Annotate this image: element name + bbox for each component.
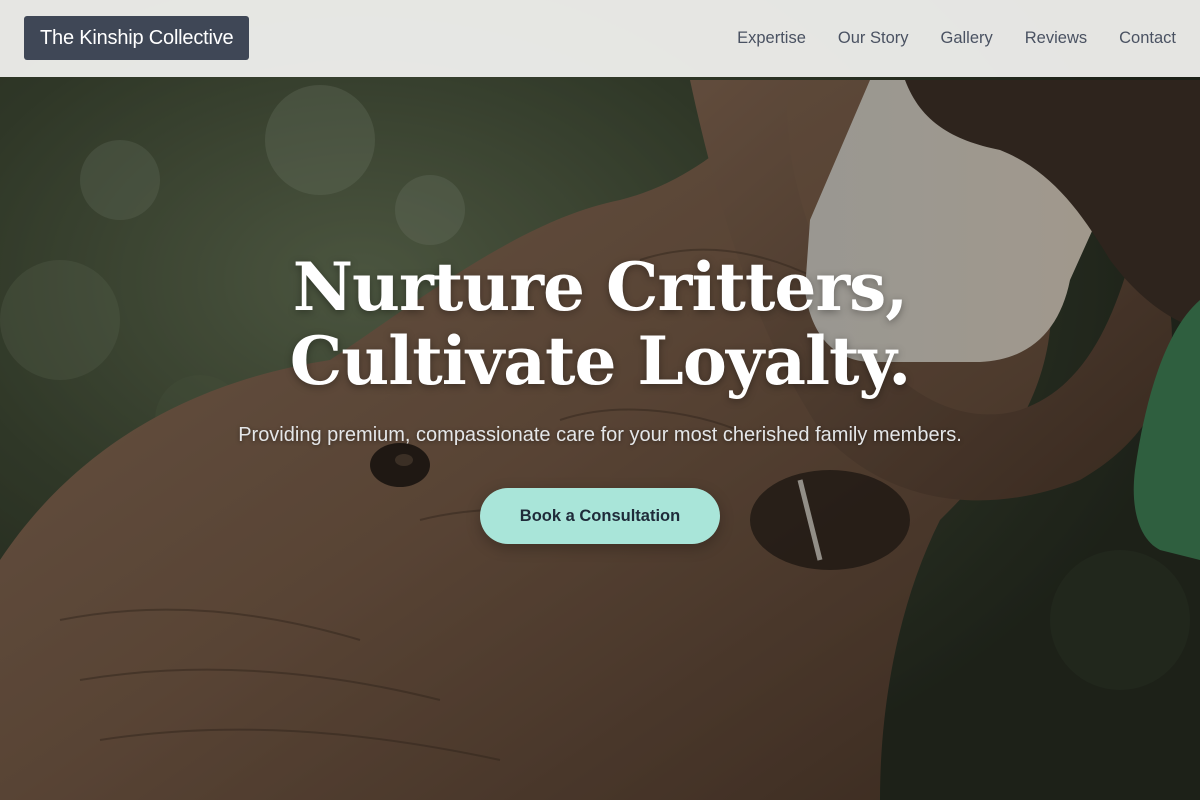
hero-title: Nurture Critters, Cultivate Loyalty.: [0, 250, 1200, 398]
hero-title-line-2: Cultivate Loyalty.: [289, 322, 912, 400]
nav-link-expertise[interactable]: Expertise: [737, 29, 806, 48]
nav-link-our-story[interactable]: Our Story: [838, 29, 909, 48]
landing-page: The Kinship Collective Expertise Our Sto…: [0, 0, 1200, 800]
brand-logo[interactable]: The Kinship Collective: [24, 16, 250, 60]
nav-link-reviews[interactable]: Reviews: [1025, 29, 1087, 48]
nav-link-gallery[interactable]: Gallery: [941, 29, 993, 48]
nav-link-contact[interactable]: Contact: [1119, 29, 1176, 48]
hero-title-line-1: Nurture Critters,: [292, 248, 909, 326]
main-nav: Expertise Our Story Gallery Reviews Cont…: [737, 0, 1176, 77]
book-consultation-button[interactable]: Book a Consultation: [479, 488, 721, 544]
hero-section: Nurture Critters, Cultivate Loyalty. Pro…: [0, 250, 1200, 544]
hero-subtitle: Providing premium, compassionate care fo…: [238, 424, 962, 446]
site-header: The Kinship Collective Expertise Our Sto…: [0, 0, 1200, 77]
